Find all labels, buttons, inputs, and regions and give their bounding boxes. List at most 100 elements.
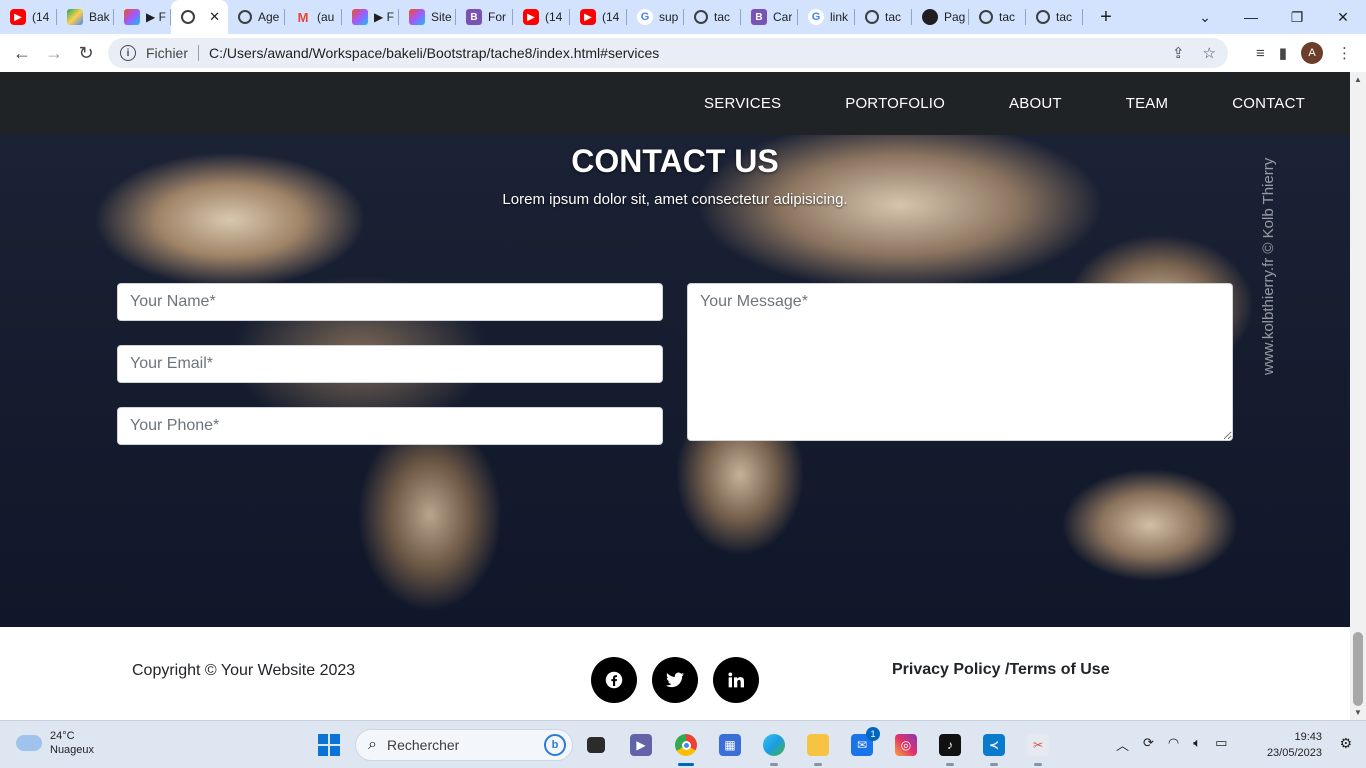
reload-button[interactable]: ↻ — [70, 37, 102, 69]
restore-button[interactable]: ❐ — [1274, 0, 1320, 34]
email-input[interactable] — [117, 345, 663, 383]
teams-chat-button[interactable]: ▶ — [625, 729, 657, 761]
browser-tab[interactable]: ▶ F — [114, 0, 171, 34]
globe-icon — [979, 10, 993, 24]
explorer-button[interactable] — [802, 729, 834, 766]
browser-tab[interactable]: Pag — [912, 0, 969, 34]
weather-description: Nuageux — [50, 744, 95, 756]
browser-tab[interactable]: B For — [456, 0, 513, 34]
back-button[interactable]: ← — [6, 37, 38, 69]
browser-tab[interactable]: Age — [228, 0, 285, 34]
nav-link-contact[interactable]: CONTACT — [1232, 95, 1305, 112]
browser-tab-active[interactable]: ✕ — [171, 0, 228, 34]
snipping-icon: ✂ — [1027, 734, 1049, 756]
close-window-button[interactable]: ✕ — [1320, 0, 1366, 34]
menu-kebab-icon[interactable]: ⋮ — [1337, 44, 1352, 62]
nav-link-portfolio[interactable]: PORTOFOLIO — [845, 95, 945, 112]
scrollbar-thumb[interactable] — [1353, 632, 1363, 706]
weather-widget[interactable]: 24°C Nuageux — [16, 729, 94, 757]
start-button[interactable] — [313, 729, 345, 761]
wifi-icon[interactable]: ◠ — [1168, 735, 1179, 754]
cloud-icon — [16, 735, 42, 751]
edge-icon — [763, 734, 785, 756]
sync-icon[interactable]: ⟳ — [1143, 735, 1154, 754]
folder-icon — [807, 734, 829, 756]
bootstrap-icon: B — [751, 9, 767, 25]
page-scrollbar[interactable]: ▲ ▼ — [1350, 72, 1366, 720]
browser-tab[interactable]: tac — [969, 0, 1026, 34]
linkedin-icon[interactable] — [713, 657, 759, 703]
taskbar-search[interactable]: ⌕ Rechercher b — [355, 729, 573, 761]
browser-tab[interactable]: Bak — [57, 0, 114, 34]
clock-time: 19:43 — [1294, 731, 1322, 743]
tiktok-icon: ♪ — [939, 734, 961, 756]
mail-button[interactable]: ✉ 1 — [846, 727, 880, 761]
scroll-up-icon[interactable]: ▲ — [1354, 75, 1362, 84]
globe-icon — [181, 10, 195, 24]
twitter-icon[interactable] — [652, 657, 698, 703]
nav-link-services[interactable]: SERVICES — [704, 95, 781, 112]
page-viewport: SERVICES PORTOFOLIO ABOUT TEAM CONTACT C… — [0, 72, 1350, 720]
browser-tab[interactable]: M (au — [285, 0, 342, 34]
side-panel-icon[interactable]: ▮ — [1279, 44, 1287, 62]
browser-tab[interactable]: ▶ (14 — [0, 0, 57, 34]
contact-subtitle: Lorem ipsum dolor sit, amet consectetur … — [502, 191, 848, 208]
message-textarea[interactable] — [687, 283, 1233, 441]
browser-tab[interactable]: ▶ F — [342, 0, 399, 34]
browser-tab[interactable]: B Car — [741, 0, 798, 34]
scroll-down-icon[interactable]: ▼ — [1354, 708, 1362, 717]
browser-tab[interactable]: ▶ (14 — [570, 0, 627, 34]
mail-badge: 1 — [866, 727, 880, 741]
volume-icon[interactable]: 🔈︎ — [1193, 735, 1201, 754]
url-text[interactable]: C:/Users/awand/Workspace/bakeli/Bootstra… — [209, 45, 659, 61]
reading-list-icon[interactable]: ≡ — [1256, 45, 1265, 62]
edge-button[interactable] — [758, 729, 790, 766]
tiktok-button[interactable]: ♪ — [934, 729, 966, 766]
running-indicator — [770, 763, 778, 766]
snipping-tool-button[interactable]: ✂ — [1022, 729, 1054, 766]
browser-tab[interactable]: tac — [855, 0, 912, 34]
system-clock[interactable]: 19:43 23/05/2023 — [1267, 729, 1322, 761]
browser-toolbar: ← → ↻ i Fichier C:/Users/awand/Workspace… — [0, 34, 1366, 72]
search-icon: ⌕ — [368, 736, 377, 753]
close-tab-icon[interactable]: ✕ — [209, 9, 220, 25]
battery-icon[interactable]: ▭ — [1215, 735, 1227, 754]
drive-icon — [67, 9, 83, 25]
clock-date: 23/05/2023 — [1266, 747, 1322, 759]
divider — [198, 45, 200, 61]
store-button[interactable]: ▦ — [714, 729, 746, 761]
bookmark-star-icon[interactable]: ☆ — [1203, 44, 1216, 62]
browser-tab[interactable]: ▶ (14 — [513, 0, 570, 34]
github-icon — [922, 9, 938, 25]
notification-icon[interactable]: ⚙ — [1339, 735, 1352, 752]
facebook-icon[interactable] — [591, 657, 637, 703]
phone-input[interactable] — [117, 407, 663, 445]
nav-link-team[interactable]: TEAM — [1126, 95, 1168, 112]
site-info-icon[interactable]: i — [120, 45, 136, 61]
tab-search-icon[interactable]: ⌄ — [1182, 0, 1228, 34]
minimize-button[interactable]: — — [1228, 0, 1274, 34]
chevron-up-icon[interactable]: ︿ — [1116, 735, 1129, 754]
legal-links[interactable]: Privacy Policy /Terms of Use — [892, 661, 1110, 679]
nav-link-about[interactable]: ABOUT — [1009, 95, 1062, 112]
contact-section: CONTACT US Lorem ipsum dolor sit, amet c… — [0, 135, 1350, 627]
profile-avatar[interactable]: A — [1301, 42, 1323, 64]
browser-tab[interactable]: Glink — [798, 0, 855, 34]
chat-icon: ▶ — [630, 734, 652, 756]
instagram-button[interactable]: ◎ — [890, 729, 922, 761]
chrome-taskbar-button[interactable] — [670, 729, 702, 766]
browser-tab[interactable]: Gsup — [627, 0, 684, 34]
bing-icon[interactable]: b — [544, 734, 566, 756]
name-input[interactable] — [117, 283, 663, 321]
new-tab-button[interactable]: + — [1091, 2, 1121, 32]
taskview-button[interactable] — [580, 729, 612, 761]
browser-tab[interactable]: Site — [399, 0, 456, 34]
bootstrap-icon: B — [466, 9, 482, 25]
share-icon[interactable]: ⇪ — [1172, 44, 1185, 62]
forward-button[interactable]: → — [38, 37, 70, 69]
vscode-button[interactable]: ≺ — [978, 729, 1010, 766]
address-bar[interactable]: i Fichier C:/Users/awand/Workspace/bakel… — [108, 38, 1228, 68]
globe-icon — [238, 10, 252, 24]
browser-tab[interactable]: tac — [1026, 0, 1083, 34]
browser-tab[interactable]: tac — [684, 0, 741, 34]
